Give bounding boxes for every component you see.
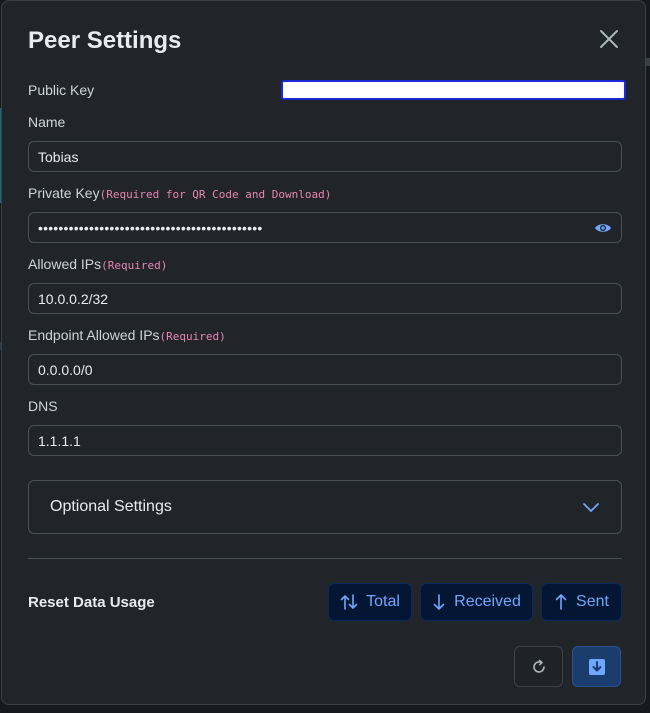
reset-received-button[interactable]: Received [420, 583, 533, 621]
private-key-required-note: (Required for QR Code and Download) [99, 188, 332, 201]
arrow-up-down-icon [340, 594, 358, 610]
endpoint-allowed-ips-label-group: Endpoint Allowed IPs(Required) [28, 327, 226, 343]
chevron-down-icon [583, 503, 599, 512]
allowed-ips-required-note: (Required) [101, 259, 168, 272]
modal-title: Peer Settings [28, 27, 182, 54]
refresh-icon [532, 659, 545, 673]
private-key-label-group: Private Key(Required for QR Code and Dow… [28, 185, 331, 201]
allowed-ips-label: Allowed IPs [28, 256, 102, 272]
eye-icon [595, 224, 611, 232]
reset-total-label: Total [366, 593, 400, 610]
endpoint-allowed-ips-required-note: (Required) [159, 330, 226, 343]
allowed-ips-value: 10.0.0.2/32 [38, 290, 109, 307]
reset-total-button[interactable]: Total [328, 583, 412, 621]
revert-button[interactable] [514, 646, 563, 687]
private-key-masked-value: ••••••••••••••••••••••••••••••••••••••••… [38, 219, 263, 236]
reset-data-usage-label: Reset Data Usage [28, 594, 155, 611]
download-icon [588, 658, 605, 675]
dns-label: DNS [28, 398, 58, 414]
divider [28, 558, 622, 559]
allowed-ips-input[interactable]: 10.0.0.2/32 [28, 283, 622, 314]
public-key-input[interactable] [281, 80, 626, 100]
close-button[interactable] [597, 27, 621, 51]
reset-sent-button[interactable]: Sent [541, 583, 622, 621]
private-key-input[interactable]: ••••••••••••••••••••••••••••••••••••••••… [28, 212, 622, 243]
public-key-label: Public Key [28, 82, 95, 98]
private-key-label: Private Key [28, 185, 100, 201]
arrow-up-icon [555, 594, 567, 610]
allowed-ips-label-group: Allowed IPs(Required) [28, 256, 167, 272]
name-label: Name [28, 114, 66, 130]
arrow-down-icon [433, 594, 445, 610]
dns-input[interactable]: 1.1.1.1 [28, 425, 622, 456]
peer-settings-modal: Peer Settings Public Key Name Tobias Pri… [1, 0, 646, 705]
endpoint-allowed-ips-label: Endpoint Allowed IPs [28, 327, 160, 343]
reset-received-label: Received [454, 593, 521, 610]
reset-sent-label: Sent [576, 593, 609, 610]
close-icon [600, 30, 618, 48]
name-input[interactable]: Tobias [28, 141, 622, 172]
show-private-key-button[interactable] [594, 220, 612, 236]
dns-value: 1.1.1.1 [38, 432, 81, 449]
endpoint-allowed-ips-input[interactable]: 0.0.0.0/0 [28, 354, 622, 385]
save-button[interactable] [572, 646, 621, 687]
optional-settings-label: Optional Settings [50, 498, 172, 515]
backdrop-mark [646, 58, 650, 66]
name-value: Tobias [38, 148, 79, 165]
optional-settings-accordion[interactable]: Optional Settings [28, 480, 622, 534]
endpoint-allowed-ips-value: 0.0.0.0/0 [38, 361, 93, 378]
